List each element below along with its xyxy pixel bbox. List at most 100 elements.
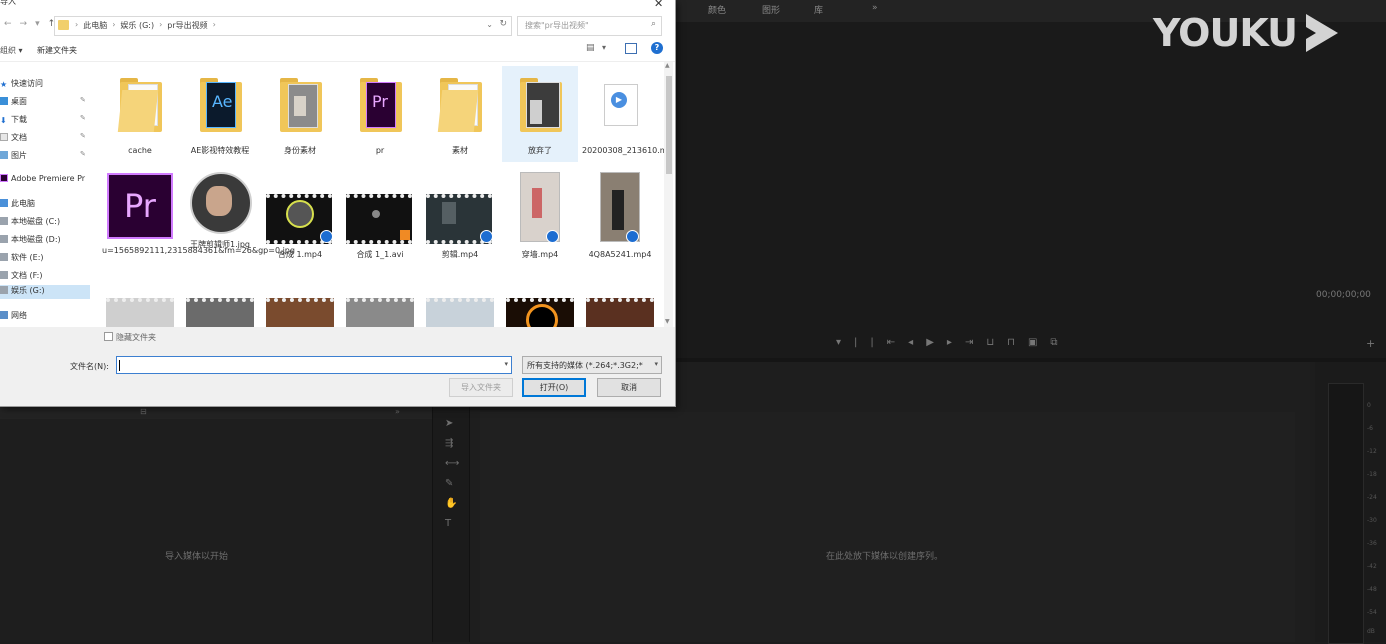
help-icon[interactable]: ? bbox=[651, 42, 663, 54]
breadcrumb-item[interactable]: 娱乐 (G:) bbox=[120, 20, 154, 31]
ripple-edit-tool-icon[interactable]: ⟷ bbox=[445, 458, 459, 469]
text-caret bbox=[119, 360, 120, 371]
file-item[interactable]: Ae AE影视特效教程 bbox=[182, 66, 258, 162]
timeline-drop-area[interactable] bbox=[480, 412, 1295, 642]
new-folder-button[interactable]: 新建文件夹 bbox=[37, 45, 77, 56]
play-icon[interactable]: ▶ bbox=[926, 337, 934, 351]
file-item[interactable]: 穿墙.mp4 bbox=[502, 170, 578, 266]
chevron-down-icon[interactable]: ▾ bbox=[504, 360, 508, 368]
workspace-tab-graphics[interactable]: 图形 bbox=[762, 3, 780, 16]
file-item[interactable]: 合成 1.mp4 bbox=[262, 170, 338, 266]
forward-icon[interactable]: → bbox=[20, 19, 28, 29]
file-item[interactable]: 剪辑.mp4 bbox=[422, 170, 498, 266]
tree-item-drive-g[interactable]: 娱乐 (G:) bbox=[0, 285, 90, 299]
file-item[interactable]: 合成 1_1.avi bbox=[342, 170, 418, 266]
tree-item-drive-e[interactable]: 软件 (E:) bbox=[0, 252, 90, 266]
workspace-more-icon[interactable]: » bbox=[872, 3, 878, 13]
add-button-icon[interactable]: + bbox=[1366, 337, 1375, 350]
import-folder-button[interactable]: 导入文件夹 bbox=[449, 378, 513, 397]
search-input[interactable]: 搜索"pr导出视频" ⌕ bbox=[517, 16, 662, 36]
premiere-icon bbox=[0, 174, 8, 182]
breadcrumb-item[interactable]: pr导出视频 bbox=[167, 20, 207, 31]
picture-icon bbox=[0, 151, 8, 159]
file-label: 穿墙.mp4 bbox=[502, 250, 578, 260]
file-item[interactable]: ▶ 20200308_213610.mp4 bbox=[582, 66, 658, 162]
navigation-buttons: ← → ▾ ↑ bbox=[4, 19, 55, 29]
video-thumbnail[interactable] bbox=[186, 298, 254, 327]
address-dropdown-icon[interactable]: ⌄ bbox=[486, 20, 493, 29]
hide-folders-toggle[interactable]: 隐藏文件夹 bbox=[104, 332, 156, 343]
pen-tool-icon[interactable]: ✎ bbox=[445, 478, 453, 489]
cancel-button[interactable]: 取消 bbox=[597, 378, 661, 397]
breadcrumb-item[interactable]: 此电脑 bbox=[83, 20, 107, 31]
video-thumbnail[interactable] bbox=[266, 298, 334, 327]
tree-item-drive-d[interactable]: 本地磁盘 (D:) bbox=[0, 234, 90, 248]
tree-item-pictures[interactable]: 图片✎ bbox=[0, 150, 90, 164]
file-item[interactable]: Pr pr bbox=[342, 66, 418, 162]
selection-tool-icon[interactable]: ➤ bbox=[445, 418, 453, 429]
file-item-selected[interactable]: 放弃了 bbox=[502, 66, 578, 162]
preview-pane-icon[interactable] bbox=[625, 43, 637, 54]
tree-item-quick-access[interactable]: ★快速访问 bbox=[0, 78, 90, 92]
scroll-down-icon[interactable]: ▼ bbox=[665, 318, 670, 325]
file-item[interactable]: 4Q8A5241.mp4 bbox=[582, 170, 658, 266]
tree-item-documents[interactable]: 文档✎ bbox=[0, 132, 90, 146]
view-dropdown-icon[interactable]: ▾ bbox=[602, 43, 606, 52]
workspace-tab-library[interactable]: 库 bbox=[814, 3, 823, 16]
close-icon[interactable]: ✕ bbox=[654, 0, 663, 10]
vlc-badge-icon bbox=[400, 230, 410, 240]
insert-icon[interactable]: ⊔ bbox=[986, 337, 994, 351]
checkbox[interactable] bbox=[104, 332, 113, 341]
overwrite-icon[interactable]: ⊓ bbox=[1007, 337, 1015, 351]
view-options-icon[interactable]: ▤ bbox=[586, 43, 595, 53]
tree-item-this-pc[interactable]: 此电脑 bbox=[0, 198, 90, 212]
tree-item-desktop[interactable]: 桌面✎ bbox=[0, 96, 90, 110]
track-select-tool-icon[interactable]: ⇶ bbox=[445, 438, 453, 449]
go-to-out-icon[interactable]: ⇥ bbox=[965, 337, 973, 351]
video-thumbnail[interactable] bbox=[106, 298, 174, 327]
hand-tool-icon[interactable]: ✋ bbox=[445, 498, 457, 509]
file-item[interactable]: 素材 bbox=[422, 66, 498, 162]
tree-item-drive-c[interactable]: 本地磁盘 (C:) bbox=[0, 216, 90, 230]
project-panel-icon[interactable]: ⊟ bbox=[140, 407, 147, 416]
star-icon: ★ bbox=[0, 80, 8, 88]
tree-item-network[interactable]: 网络 bbox=[0, 310, 90, 324]
tree-item-downloads[interactable]: ⬇下载✎ bbox=[0, 114, 90, 128]
file-item[interactable]: 身份素材 bbox=[262, 66, 338, 162]
file-item[interactable]: 王牌剪辑师1.jpg bbox=[182, 170, 258, 266]
meter-tick: -42 bbox=[1367, 563, 1377, 570]
filetype-select[interactable]: 所有支持的媒体 (*.264;*.3G2;* ▾ bbox=[522, 356, 662, 374]
audio-meter bbox=[1328, 383, 1364, 644]
scrollbar-thumb[interactable] bbox=[666, 76, 672, 174]
in-point-icon[interactable]: | bbox=[854, 337, 857, 351]
organize-button[interactable]: 组织 ▾ bbox=[0, 45, 23, 56]
play-badge-icon bbox=[320, 230, 333, 243]
file-label: 王牌剪辑师1.jpg bbox=[182, 240, 258, 250]
video-thumbnail[interactable] bbox=[586, 298, 654, 327]
file-item[interactable]: Pr u=1565892111,2315884361&fm=26&gp=0.jp… bbox=[102, 170, 178, 296]
project-panel-header: ⊟ » bbox=[0, 405, 432, 419]
step-back-icon[interactable]: ◂ bbox=[908, 337, 913, 351]
settings-icon[interactable]: ⧉ bbox=[1050, 337, 1057, 351]
scroll-up-icon[interactable]: ▲ bbox=[665, 62, 670, 69]
type-tool-icon[interactable]: T bbox=[445, 518, 451, 529]
filename-input[interactable]: ▾ bbox=[116, 356, 512, 374]
back-icon[interactable]: ← bbox=[4, 19, 12, 29]
go-to-in-icon[interactable]: ⇤ bbox=[887, 337, 895, 351]
export-frame-icon[interactable]: ▣ bbox=[1028, 337, 1037, 351]
step-forward-icon[interactable]: ▸ bbox=[947, 337, 952, 351]
workspace-tab-color[interactable]: 颜色 bbox=[708, 3, 726, 16]
tree-item-premiere[interactable]: Adobe Premiere Pr bbox=[0, 174, 90, 188]
tree-item-drive-f[interactable]: 文档 (F:) bbox=[0, 270, 90, 284]
recent-dropdown-icon[interactable]: ▾ bbox=[35, 19, 40, 29]
address-bar[interactable]: › 此电脑 › 娱乐 (G:) › pr导出视频 › ⌄ ↻ bbox=[54, 16, 512, 36]
project-panel-menu-icon[interactable]: » bbox=[395, 407, 400, 416]
video-thumbnail[interactable] bbox=[346, 298, 414, 327]
file-item[interactable]: cache bbox=[102, 66, 178, 162]
open-button[interactable]: 打开(O) bbox=[522, 378, 586, 397]
video-thumbnail[interactable] bbox=[426, 298, 494, 327]
out-point-icon[interactable]: | bbox=[870, 337, 873, 351]
marker-icon[interactable]: ▾ bbox=[836, 337, 841, 351]
refresh-icon[interactable]: ↻ bbox=[499, 19, 507, 29]
meter-tick: -48 bbox=[1367, 586, 1377, 593]
